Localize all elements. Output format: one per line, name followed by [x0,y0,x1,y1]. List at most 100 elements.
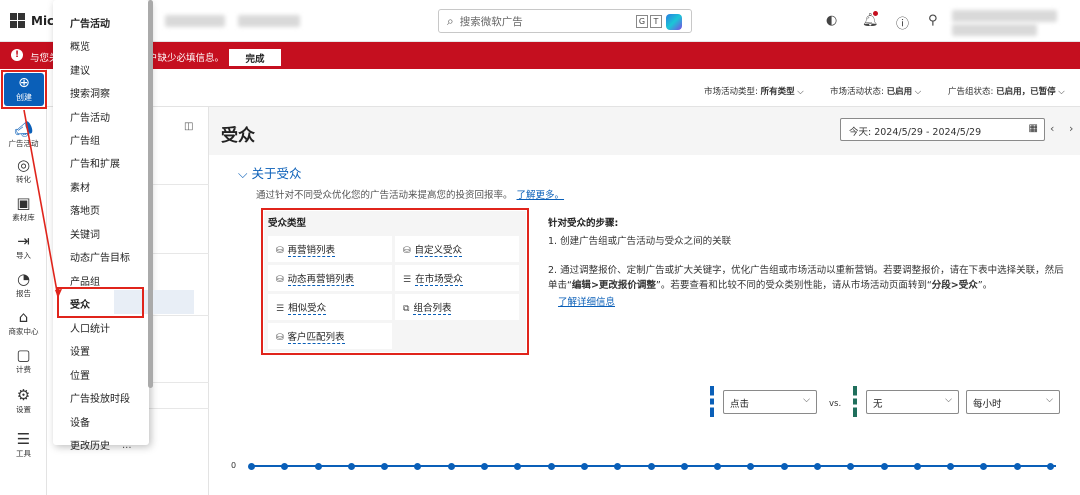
menu-item[interactable]: 产品组 [70,273,100,288]
search-box[interactable]: ⌕ 搜索微软广告 G T [438,9,692,33]
search-icon: ⌕ [447,13,454,28]
menu-item[interactable]: 广告活动 [70,109,110,124]
campaign-status-filter[interactable]: 市场活动状态: 已启用 ⌵ [830,85,921,97]
menu-item[interactable]: 素材 [70,179,90,194]
menu-item[interactable]: 建议 [70,62,90,77]
chart-point[interactable] [481,463,489,470]
menu-item[interactable]: 更改历史 [70,437,110,452]
menu-item[interactable]: 人口统计 [70,320,110,335]
menu-item[interactable]: 位置 [70,367,90,382]
audience-type-remarketing[interactable]: ⛁ 再营销列表 [268,236,392,262]
campaign-type-value: 所有类型 [760,87,795,97]
audience-type-label: 在市场受众 [415,274,463,286]
rail-item-merchant[interactable]: ⌂ 商家中心 [0,308,47,337]
ideas-icon[interactable]: ◐ [826,13,837,28]
campaign-type-filter[interactable]: 市场活动类型: 所有类型 ⌵ [704,85,804,97]
menu-item[interactable]: 动态广告目标 [70,249,130,264]
menu-item[interactable]: 广告组 [70,132,100,147]
audience-type-label: 相似受众 [288,303,327,315]
blurred-account-name [165,15,225,27]
metric2-dropdown[interactable]: 无 ⌵ [866,390,959,414]
dynamic-remarketing-icon: ⛁ [276,275,284,285]
menu-item[interactable]: 落地页 [70,202,100,217]
menu-item[interactable]: 关键词 [70,226,100,241]
segment-strong: 分段 [931,280,951,291]
import-icon: ⇥ [17,232,30,250]
rail-item-reports[interactable]: ◔ 报告 [0,270,47,299]
chevron-down-icon: ⌵ [797,87,804,97]
menu-item[interactable]: 广告投放时段 [70,390,130,405]
divider [148,382,209,383]
rail-label: 计费 [16,365,31,374]
audience-type-similar[interactable]: ☰ 相似受众 [268,294,392,320]
notification-dot [873,11,878,16]
done-button[interactable]: 完成 [229,49,281,66]
chart-point[interactable] [913,463,921,470]
steps-header: 针对受众的步骤: [548,218,619,229]
chart-point[interactable] [780,463,788,470]
about-description: 通过针对不同受众优化您的广告活动来提高您的投资回报率。 了解更多。 [256,187,564,201]
learn-details-link[interactable]: 了解详细信息 [558,294,615,308]
chart-point[interactable] [1047,463,1054,470]
rail-item-billing[interactable]: ▢ 计费 [0,346,47,375]
menu-item[interactable]: 受众 [70,296,90,311]
chart-point[interactable] [1013,463,1021,470]
combined-list-icon: ⧉ [403,304,410,314]
granularity-dropdown[interactable]: 每小时 ⌵ [966,390,1060,414]
about-section-toggle[interactable]: ⌵ 关于受众 [238,163,301,182]
chart-point[interactable] [314,463,322,470]
series2-swatch [853,386,857,417]
rail-item-conversions[interactable]: ◎ 转化 [0,156,47,185]
adgroup-status-filter[interactable]: 广告组状态: 已启用，已暂停 ⌵ [948,85,1065,97]
copilot-icon[interactable] [666,14,682,30]
menu-item[interactable]: 搜索洞察 [70,85,110,100]
audience-type-in-market[interactable]: ☰ 在市场受众 [395,265,519,291]
audience-type-dynamic-remarketing[interactable]: ⛁ 动态再营销列表 [268,265,392,291]
rail-label: 商家中心 [8,327,39,336]
audience-type-customer-match[interactable]: ⛁ 客户匹配列表 [268,323,392,349]
more-icon[interactable]: ... [122,440,132,451]
chart-point[interactable] [647,463,655,470]
chart-point[interactable] [813,463,821,470]
page-title: 受众 [221,126,255,146]
metric1-dropdown[interactable]: 点击 ⌵ [723,390,817,414]
learn-more-link[interactable]: 了解更多。 [517,190,565,201]
metric1-value: 点击 [730,399,750,410]
rail-label: 转化 [16,175,31,184]
chart-point[interactable] [248,463,255,470]
chart-point[interactable] [347,463,355,470]
chart-point[interactable] [880,463,888,470]
search-placeholder: 搜索微软广告 [459,15,523,28]
next-date-icon[interactable]: › [1069,122,1073,135]
collapse-panel-icon[interactable]: ◫ [184,121,193,132]
chart-point[interactable] [547,463,555,470]
rail-item-library[interactable]: ▣ 素材库 [0,194,47,223]
menu-scrollbar[interactable] [148,0,153,388]
kbd-t: T [650,15,662,28]
tools-icon: ☰ [16,430,31,448]
user-icon[interactable]: ⚲ [928,13,938,28]
audience-type-custom[interactable]: ⛁ 自定义受众 [395,236,519,262]
campaigns-flyout-menu [53,0,194,445]
menu-item[interactable]: 设置 [70,343,90,358]
campaign-status-label: 市场活动状态: [830,87,884,97]
chart-point[interactable] [680,463,688,470]
chart-point[interactable] [580,463,588,470]
menu-item[interactable]: 概览 [70,38,90,53]
kbd-g: G [636,15,648,28]
menu-item[interactable]: 广告和扩展 [70,155,120,170]
rail-item-settings[interactable]: ⚙ 设置 [0,386,47,415]
separator-strong: > [590,280,599,291]
audience-type-label: 再营销列表 [287,245,336,257]
rail-item-campaigns[interactable]: 📣︎ 广告活动 [0,120,47,149]
chart-point[interactable] [447,463,455,470]
help-icon[interactable]: ⓘ [896,13,909,32]
menu-item[interactable]: 设备 [70,414,90,429]
rail-item-import[interactable]: ⇥ 导入 [0,232,47,261]
date-range-picker[interactable]: 今天: 2024/5/29 - 2024/5/29 ▦ [840,118,1045,141]
rail-item-tools[interactable]: ☰ 工具 [0,430,47,459]
info-icon: ! [11,49,23,61]
audience-type-combined[interactable]: ⧉ 组合列表 [395,294,519,320]
prev-date-icon[interactable]: ‹ [1050,122,1054,135]
rail-label: 报告 [16,289,31,298]
